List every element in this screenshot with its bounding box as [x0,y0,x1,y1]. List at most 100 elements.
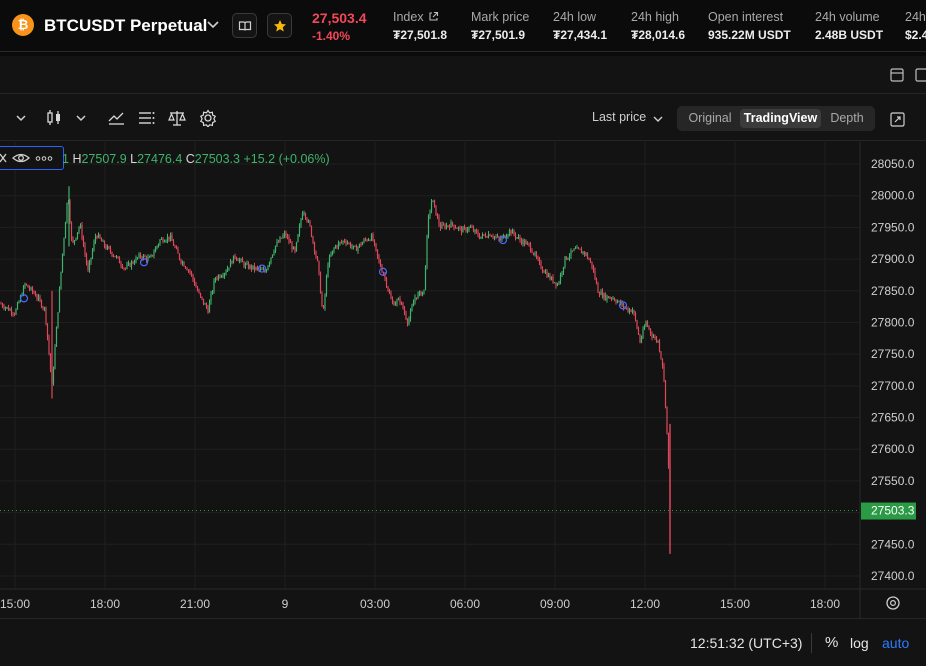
candle-body [109,248,112,253]
candle-body [0,303,2,305]
candle-body [454,227,457,229]
candle-body [630,309,632,312]
price-source-select[interactable]: Last price [592,110,646,124]
candle-body [556,283,559,286]
candle-body [355,246,358,251]
view-depth-tab[interactable]: Depth [822,109,872,128]
chart-footer: 12:51:32 (UTC+3) % log auto [0,618,926,666]
candle-body [13,313,16,315]
candle-body [282,235,284,239]
candle-body [430,202,433,212]
candle-body [631,310,634,312]
external-link-icon[interactable] [428,11,439,22]
candle-body [189,270,191,272]
candle-body [49,353,52,370]
chevron-down-icon[interactable] [72,109,92,127]
candle-body [610,297,613,299]
bitcoin-coin-icon: ₿ [12,14,34,36]
list-settings-icon[interactable] [137,109,157,127]
candlestick-type-icon[interactable] [45,109,65,127]
stat-24h-turnover-label: 24h [905,10,926,24]
stat-index[interactable]: Index ₮27,501.8 [393,10,447,42]
candle-body [532,252,535,255]
more-icon[interactable] [35,156,53,161]
x-tick-label: 12:00 [630,597,660,611]
candle-body [267,265,269,270]
chevron-down-icon[interactable] [12,109,32,127]
y-tick-label: 27600.0 [871,442,915,456]
candle-body [28,287,31,290]
candle-body [151,254,154,256]
candle-body [370,234,373,241]
candle-body [600,291,602,295]
candle-body [295,242,298,252]
candle-body [466,229,469,232]
fullscreen-icon[interactable] [890,112,905,127]
candle-body [489,234,491,236]
candle-body [48,337,50,354]
candle-body [64,222,67,239]
auto-scale-button[interactable]: auto [882,635,909,651]
utc-clock[interactable]: 12:51:32 (UTC+3) [690,635,802,651]
candle-body [277,241,280,243]
log-scale-button[interactable]: log [850,635,869,651]
candle-body [147,256,149,261]
candle-body [327,264,329,277]
gear-icon[interactable] [886,596,900,610]
stat-mark-price-value: ₮27,501.9 [471,28,526,42]
eye-icon[interactable] [12,152,30,164]
symbol-title[interactable]: BTCUSDT Perpetual [44,16,207,36]
candle-body [577,247,580,249]
candle-body [369,239,371,241]
candle-body [604,293,607,300]
candle-body [339,242,341,244]
y-tick-label: 27550.0 [871,474,915,488]
candle-body [588,258,590,261]
candle-body [579,248,581,250]
menu-icon[interactable] [915,68,926,82]
candle-body [441,224,443,229]
candle-body [246,263,248,265]
candle-body [81,224,83,239]
y-tick-label: 27900.0 [871,252,915,266]
y-tick-label: 27400.0 [871,569,915,583]
book-icon [238,21,252,31]
stat-open-interest-label: Open interest [708,10,784,24]
book-button[interactable] [232,13,257,38]
candle-body [90,257,92,262]
candle-body [198,290,200,293]
percent-scale-button[interactable]: % [825,634,838,651]
y-tick-label: 27700.0 [871,379,915,393]
candle-body [390,293,392,300]
compare-scale-icon[interactable] [167,109,187,127]
candle-body [559,274,562,283]
candle-body [660,351,662,359]
view-original-tab[interactable]: Original [681,109,739,128]
candle-body [651,333,653,338]
candle-body [666,406,668,433]
candle-body [375,243,377,250]
gear-icon[interactable] [198,109,218,127]
candle-body [321,293,323,306]
candle-body [417,293,419,299]
layout-icon[interactable] [890,68,904,82]
candle-body [202,298,205,304]
chevron-down-icon[interactable] [652,114,664,124]
close-icon[interactable] [0,152,7,164]
candle-body [166,236,169,241]
candle-body [405,313,407,319]
candle-body [541,268,544,271]
candle-body [210,293,212,302]
view-tradingview-tab[interactable]: TradingView [740,109,821,128]
candle-body [549,274,551,280]
chevron-down-icon[interactable] [206,16,220,32]
series-legend-box [0,146,64,170]
price-chart[interactable]: 15:00 18:00 21:00 9 03:00 06:00 09:00 12:00 15:0… [0,142,926,618]
candle-body [157,244,160,246]
x-tick-label: 15:00 [0,597,30,611]
candle-body [18,301,20,304]
indicators-icon[interactable] [107,109,127,127]
favorite-button[interactable] [267,13,292,38]
candle-body [156,245,158,248]
candle-body [183,262,185,267]
